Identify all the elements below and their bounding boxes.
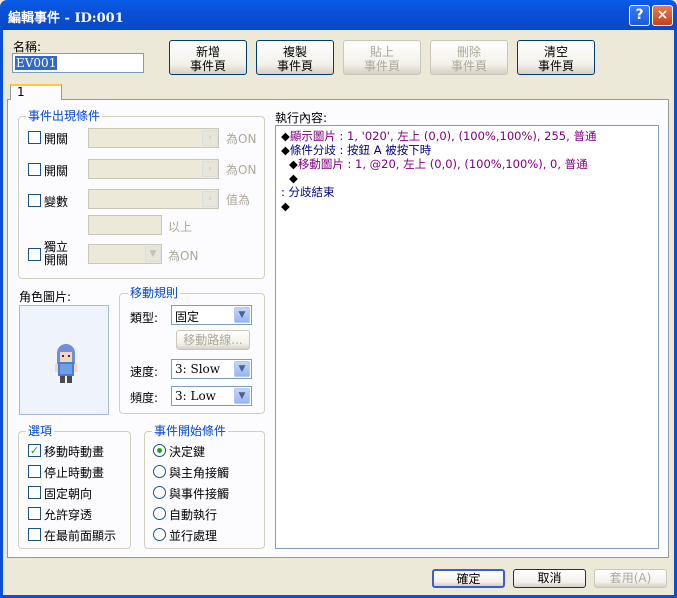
option-step-anim-label: 停止時動畫 <box>44 466 105 480</box>
trigger-action-label: 決定鍵 <box>169 445 206 459</box>
variable-above-label: 以上 <box>168 220 193 234</box>
trigger-parallel-radio[interactable] <box>153 528 166 541</box>
name-value: EV001 <box>15 56 58 70</box>
command-bullet-icon: ◆ <box>281 129 290 143</box>
close-button[interactable]: × <box>652 5 673 26</box>
copy-page-button[interactable]: 複製 事件頁 <box>256 40 334 75</box>
new-page-button[interactable]: 新增 事件頁 <box>169 40 247 75</box>
option-always-on-top-checkbox[interactable] <box>28 528 41 541</box>
switch2-label: 開關 <box>44 164 69 178</box>
chevron-right-icon: › <box>202 191 218 207</box>
tab-page-1[interactable]: 1 <box>10 84 62 100</box>
switch2-checkbox[interactable] <box>28 163 41 176</box>
trigger-parallel-label: 並行處理 <box>169 529 218 543</box>
command-line[interactable]: ◆ <box>281 199 290 213</box>
chevron-down-icon: ▼ <box>234 307 250 323</box>
help-button[interactable]: ? <box>629 5 650 26</box>
character-sprite-icon <box>55 344 77 383</box>
clear-page-button[interactable]: 清空 事件頁 <box>517 40 595 75</box>
speed-label: 速度: <box>130 365 159 379</box>
variable-value-spinner[interactable] <box>88 215 162 235</box>
window-frame-left <box>0 30 3 598</box>
chevron-down-icon: ▼ <box>145 246 161 262</box>
switch2-select[interactable] <box>88 159 219 179</box>
delete-page-button[interactable]: 刪除 事件頁 <box>430 40 508 75</box>
trigger-event-touch-radio[interactable] <box>153 486 166 499</box>
command-line[interactable]: ◆ <box>289 171 298 185</box>
contents-label: 執行內容: <box>275 111 328 125</box>
graphic-label: 角色圖片: <box>19 290 72 304</box>
option-direction-fix-checkbox[interactable] <box>28 486 41 499</box>
option-through-label: 允許穿透 <box>44 508 93 522</box>
variable-label: 變數 <box>44 195 69 209</box>
option-always-on-top-label: 在最前面顯示 <box>44 529 117 543</box>
command-line[interactable]: ◆顯示圖片 : 1, '020', 左上 (0,0), (100%,100%),… <box>281 129 596 143</box>
movement-legend: 移動規則 <box>128 286 181 300</box>
event-command-list[interactable]: ◆顯示圖片 : 1, '020', 左上 (0,0), (100%,100%),… <box>275 125 659 549</box>
option-step-anim-checkbox[interactable] <box>28 465 41 478</box>
trigger-player-touch-label: 與主角接觸 <box>169 466 230 480</box>
chevron-right-icon: › <box>202 130 218 146</box>
apply-button[interactable]: 套用(A) <box>594 569 667 588</box>
trigger-player-touch-radio[interactable] <box>153 465 166 478</box>
variable-suffix: 值為 <box>226 193 251 207</box>
trigger-action-radio[interactable] <box>153 444 166 457</box>
option-direction-fix-label: 固定朝向 <box>44 487 93 501</box>
variable-select[interactable] <box>88 189 219 209</box>
chevron-down-icon: ▼ <box>234 361 250 377</box>
self-switch-checkbox[interactable] <box>28 248 41 261</box>
command-line[interactable]: : 分歧結束 <box>281 185 335 199</box>
move-type-value: 固定 <box>175 310 200 324</box>
frequency-label: 頻度: <box>130 391 159 405</box>
trigger-event-touch-label: 與事件接觸 <box>169 487 230 501</box>
trigger-legend: 事件開始條件 <box>152 424 229 438</box>
command-line[interactable]: ◆移動圖片 : 1, @20, 左上 (0,0), (100%,100%), 0… <box>289 157 588 171</box>
frequency-value: 3: Low <box>175 389 216 403</box>
option-walk-anim-label: 移動時動畫 <box>44 445 105 459</box>
speed-value: 3: Slow <box>175 362 221 376</box>
command-bullet-icon: ◆ <box>281 199 290 213</box>
options-legend: 選項 <box>26 424 55 438</box>
move-type-label: 類型: <box>130 311 159 325</box>
switch1-suffix: 為ON <box>226 132 257 146</box>
character-graphic-preview[interactable] <box>19 305 109 415</box>
option-walk-anim-checkbox[interactable] <box>28 444 41 457</box>
chevron-right-icon: › <box>202 161 218 177</box>
self-switch-suffix: 為ON <box>168 249 199 263</box>
switch1-label: 開關 <box>44 132 69 146</box>
self-switch-label: 獨立 開關 <box>44 240 69 267</box>
switch2-suffix: 為ON <box>226 163 257 177</box>
trigger-autorun-radio[interactable] <box>153 507 166 520</box>
command-bullet-icon: ◆ <box>281 143 290 157</box>
trigger-autorun-label: 自動執行 <box>169 508 218 522</box>
command-line[interactable]: ◆條件分歧 : 按鈕 A 被按下時 <box>281 143 431 157</box>
paste-page-button[interactable]: 貼上 事件頁 <box>343 40 421 75</box>
variable-checkbox[interactable] <box>28 194 41 207</box>
command-bullet-icon: ◆ <box>289 171 298 185</box>
switch1-checkbox[interactable] <box>28 131 41 144</box>
ok-button[interactable]: 確定 <box>432 569 505 588</box>
cancel-button[interactable]: 取消 <box>513 569 586 588</box>
switch1-select[interactable] <box>88 128 219 148</box>
name-field[interactable]: EV001 <box>12 53 144 73</box>
option-through-checkbox[interactable] <box>28 507 41 520</box>
command-bullet-icon: ◆ <box>289 157 298 171</box>
chevron-down-icon: ▼ <box>234 388 250 404</box>
conditions-legend: 事件出現條件 <box>26 109 103 123</box>
move-route-button[interactable]: 移動路線... <box>176 330 250 350</box>
window-title: 編輯事件 - ID:001 <box>8 11 124 26</box>
